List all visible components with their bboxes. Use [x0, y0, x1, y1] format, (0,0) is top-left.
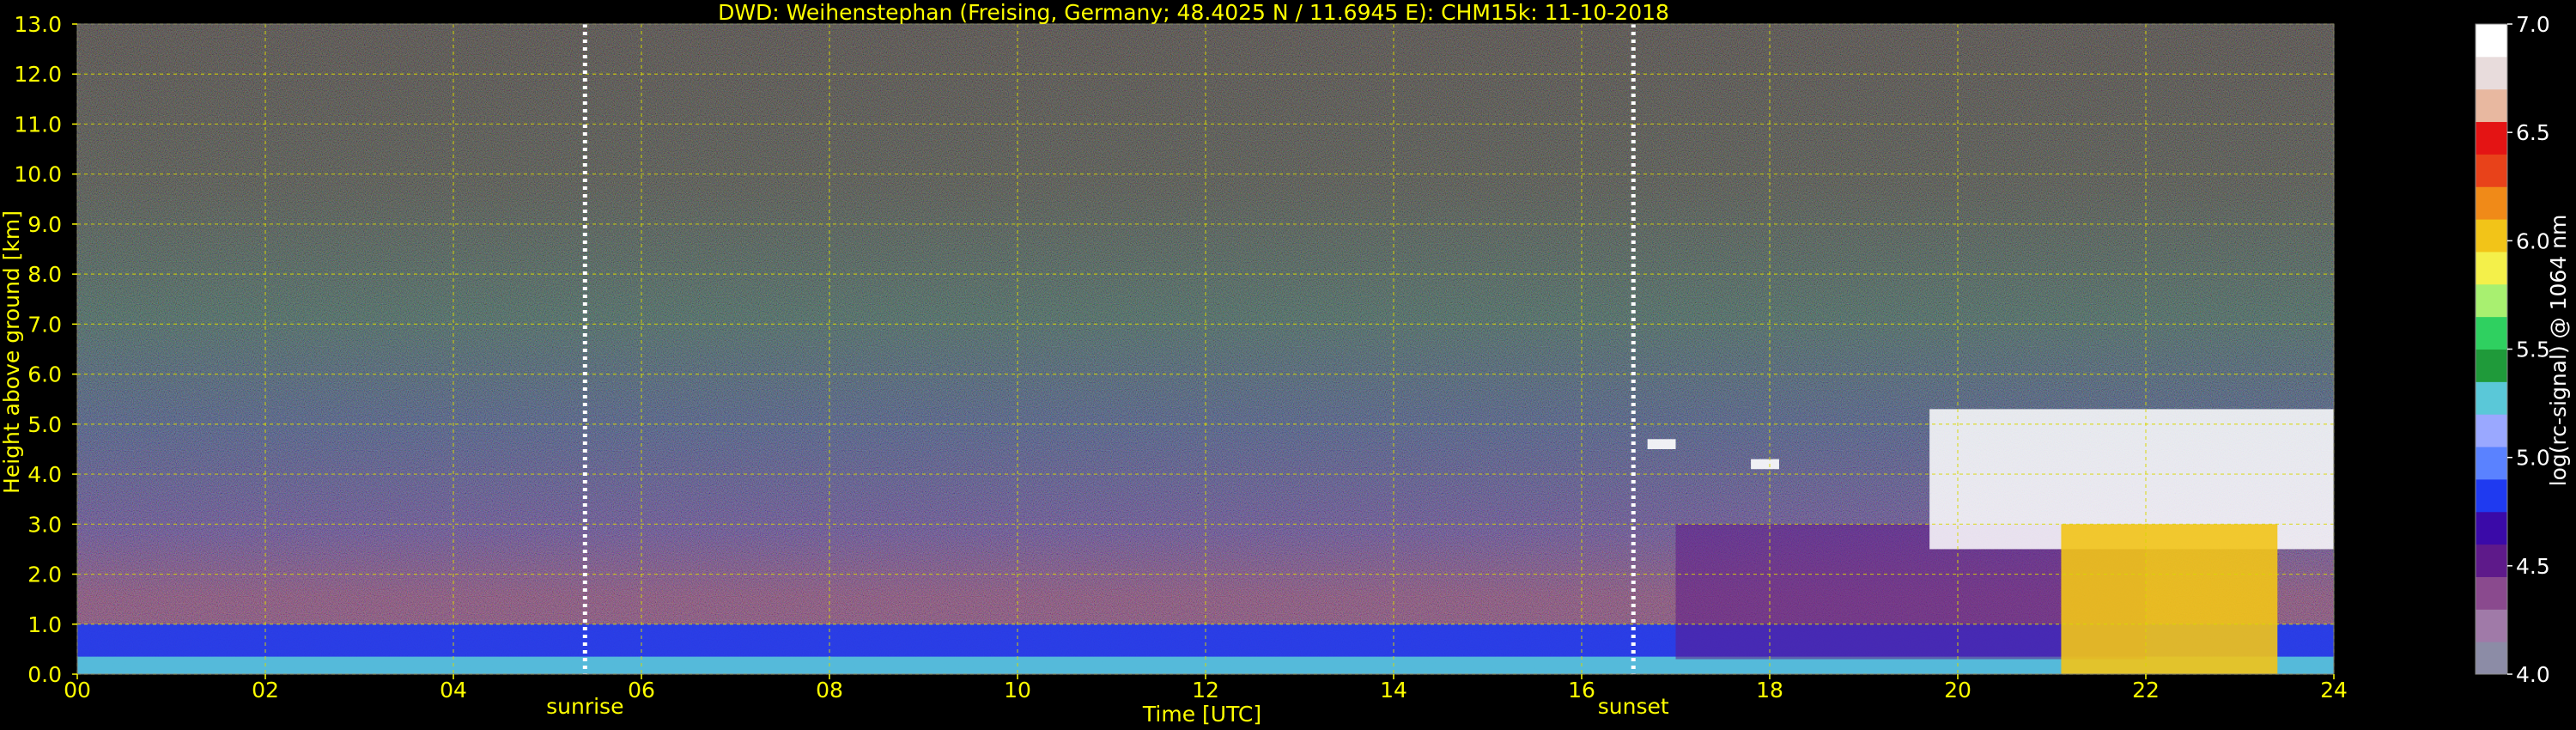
marker-labels: sunrise sunset [546, 694, 1669, 719]
y-tick-label: 10.0 [14, 162, 62, 187]
y-tick-label: 3.0 [27, 512, 62, 537]
colorbar-segment [2476, 251, 2507, 285]
colorbar-segment [2476, 642, 2507, 675]
colorbar-segment [2476, 121, 2507, 155]
x-tick-label: 00 [64, 678, 91, 703]
plot-area [76, 23, 2335, 675]
colorbar-segment [2476, 186, 2507, 220]
colorbar: 4.0 4.5 5.0 5.5 6.0 6.5 7.0 [2475, 12, 2550, 687]
colorbar-segment [2476, 381, 2507, 415]
colorbar-tick-label: 6.5 [2516, 120, 2550, 145]
colorbar-segment [2476, 414, 2507, 447]
cloud-patch [1647, 439, 1676, 449]
y-tick-label: 4.0 [27, 462, 62, 487]
x-tick-label: 06 [628, 678, 655, 703]
x-tick-label: 02 [252, 678, 279, 703]
y-tick-label: 8.0 [27, 262, 62, 287]
y-tick-label: 1.0 [27, 612, 62, 637]
x-tick-label: 08 [816, 678, 843, 703]
colorbar-segment [2476, 316, 2507, 350]
y-tick-label: 13.0 [14, 12, 62, 37]
x-tick-label: 24 [2320, 678, 2348, 703]
y-axis-label: Height above ground [km] [0, 210, 24, 494]
x-axis-ticks: 00 02 04 06 08 10 12 14 16 18 20 22 24 [64, 674, 2348, 703]
x-tick-label: 14 [1380, 678, 1407, 703]
precipitation [2061, 524, 2278, 674]
y-tick-label: 11.0 [14, 112, 62, 137]
x-tick-label: 18 [1756, 678, 1783, 703]
y-tick-label: 6.0 [27, 362, 62, 387]
colorbar-segment [2476, 283, 2507, 318]
x-tick-label: 22 [2132, 678, 2160, 703]
colorbar-segment [2476, 544, 2507, 577]
colorbar-segment [2476, 478, 2507, 513]
colorbar-tick-label: 4.5 [2516, 554, 2550, 579]
x-tick-label: 04 [440, 678, 467, 703]
y-tick-label: 2.0 [27, 563, 62, 587]
ceilometer-chart: DWD: Weihenstephan (Freising, Germany; 4… [0, 0, 2571, 727]
colorbar-segment [2476, 447, 2507, 480]
y-tick-label: 9.0 [27, 212, 62, 237]
colorbar-tick-label: 6.0 [2516, 228, 2550, 253]
colorbar-tick-label: 7.0 [2516, 12, 2550, 37]
sunrise-label: sunrise [546, 694, 623, 719]
colorbar-segment [2476, 609, 2507, 642]
x-tick-label: 16 [1568, 678, 1595, 703]
cloud-patch [1751, 459, 1779, 470]
y-tick-label: 12.0 [14, 62, 62, 87]
colorbar-label: log(rc-signal) @ 1064 nm [2546, 215, 2571, 487]
colorbar-segment [2476, 219, 2507, 252]
colorbar-segment [2476, 349, 2507, 382]
colorbar-segment [2476, 24, 2507, 58]
colorbar-tick-label: 4.0 [2516, 662, 2550, 687]
y-tick-label: 5.0 [27, 412, 62, 437]
x-axis-label: Time [UTC] [1142, 702, 1261, 727]
chart-title: DWD: Weihenstephan (Freising, Germany; 4… [718, 0, 1669, 25]
colorbar-segment [2476, 88, 2507, 123]
x-tick-label: 20 [1944, 678, 1971, 703]
x-tick-label: 12 [1192, 678, 1219, 703]
colorbar-segment [2476, 154, 2507, 187]
y-tick-label: 0.0 [27, 662, 62, 687]
y-tick-label: 7.0 [27, 312, 62, 337]
colorbar-tick-label: 5.5 [2516, 338, 2550, 362]
x-tick-label: 10 [1004, 678, 1031, 703]
colorbar-segment [2476, 56, 2507, 90]
sunset-label: sunset [1598, 694, 1669, 719]
colorbar-tick-label: 5.0 [2516, 446, 2550, 471]
colorbar-segment [2476, 511, 2507, 545]
colorbar-segment [2476, 576, 2507, 610]
